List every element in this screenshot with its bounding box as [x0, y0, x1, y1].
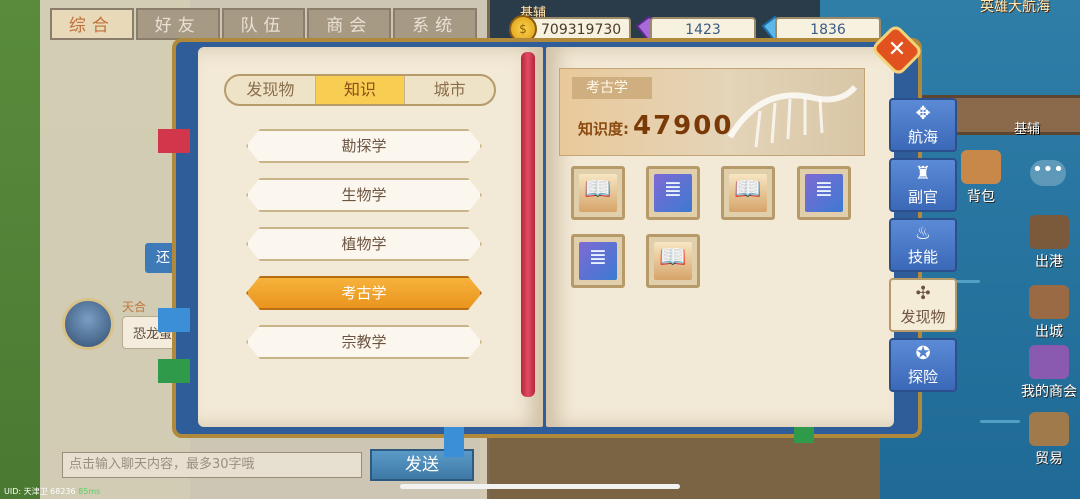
trade-label: 贸易	[1035, 451, 1063, 467]
bookmark-green	[158, 359, 190, 383]
side-menu-skills[interactable]: ♨ 技能	[889, 218, 957, 272]
chat-tabs: 综合 好友 队伍 商会 系统	[40, 0, 487, 40]
side-menu-label: 副官	[907, 188, 938, 206]
ribbon	[521, 52, 535, 397]
home-indicator	[400, 484, 680, 489]
knowledge-label: 知识度:	[578, 120, 629, 138]
chat-tab-system[interactable]: 系统	[393, 8, 477, 40]
city-out-button[interactable]: 出城	[1018, 285, 1080, 341]
topic-archaeology[interactable]: 考古学	[246, 276, 482, 310]
flame-icon: ♨	[914, 223, 932, 244]
bookmark-bottom-blue	[444, 423, 464, 457]
knowledge-title: 考古学	[572, 77, 652, 99]
chat-input[interactable]: 点击输入聊天内容，最多30字哦	[62, 452, 362, 478]
trade-button[interactable]: 贸易	[1018, 412, 1080, 468]
chat-tab-friends[interactable]: 好友	[135, 8, 220, 40]
book-sub-tabs: 发现物 知识 城市	[224, 74, 496, 106]
open-book-icon: 📖	[584, 177, 612, 202]
city-banner: 英雄大航海	[980, 0, 1050, 15]
bag-label: 背包	[967, 189, 995, 205]
guild-button[interactable]: 我的商会	[1018, 345, 1080, 401]
open-book-icon: 📖	[734, 177, 762, 202]
item-slot[interactable]: ≣	[797, 166, 851, 220]
item-slot[interactable]: 📖	[571, 166, 625, 220]
scroll-icon: ≣	[588, 245, 608, 270]
officer-icon: ♜	[914, 163, 932, 184]
knowledge-value: 47900	[633, 111, 734, 141]
ping-label: 85ms	[78, 487, 101, 496]
avatar[interactable]	[62, 298, 114, 350]
knowledge-score: 知识度: 47900	[578, 111, 733, 141]
more-icon[interactable]: •••	[1030, 160, 1066, 186]
chat-tab-team[interactable]: 队伍	[221, 8, 306, 40]
item-slot[interactable]: 📖	[721, 166, 775, 220]
fossil-bones-icon	[727, 84, 858, 148]
side-menu-discoveries[interactable]: ✣ 发现物	[889, 278, 957, 332]
scroll-icon: ≣	[663, 177, 683, 202]
item-slot[interactable]: 📖	[646, 234, 700, 288]
tab-knowledge[interactable]: 知识	[315, 76, 406, 104]
scroll-icon: ≣	[814, 177, 834, 202]
item-slot[interactable]: ≣	[571, 234, 625, 288]
side-menu-label: 技能	[907, 248, 938, 266]
discovery-icon: ✣	[915, 283, 931, 304]
knowledge-header: 考古学 知识度: 47900	[559, 68, 865, 156]
horse-icon	[1029, 285, 1069, 319]
tab-discoveries[interactable]: 发现物	[226, 76, 316, 104]
city-out-label: 出城	[1035, 324, 1063, 340]
dock-label: 基辅	[1013, 122, 1040, 137]
side-menu-label: 发现物	[900, 308, 946, 326]
uid-label: UID: 天津卫 68236	[4, 487, 76, 496]
status-bar: UID: 天津卫 68236 85ms	[4, 486, 100, 497]
topic-theology[interactable]: 宗教学	[246, 325, 482, 359]
side-menu-label: 航海	[907, 128, 938, 146]
close-icon: ✕	[887, 37, 907, 62]
bookmark-red	[158, 129, 190, 153]
side-menu-officer[interactable]: ♜ 副官	[889, 158, 957, 212]
bag-button[interactable]: 背包	[950, 150, 1012, 206]
compass-icon: ✥	[915, 103, 931, 124]
bag-icon	[961, 150, 1001, 184]
ship-icon	[1029, 215, 1069, 249]
topic-biology[interactable]: 生物学	[246, 178, 482, 212]
open-book-icon: 📖	[659, 245, 687, 270]
chat-sender-name: 天合	[122, 300, 147, 314]
guild-hall-icon	[1029, 345, 1069, 379]
side-menu-navigation[interactable]: ✥ 航海	[889, 98, 957, 152]
trade-icon	[1029, 412, 1069, 446]
guild-label: 我的商会	[1021, 384, 1077, 400]
port-out-button[interactable]: 出港	[1018, 215, 1080, 271]
chat-tab-general[interactable]: 综合	[50, 8, 134, 40]
tab-cities[interactable]: 城市	[405, 76, 494, 104]
chat-tab-guild[interactable]: 商会	[307, 8, 392, 40]
gold-value: 709319730	[541, 22, 622, 38]
port-out-label: 出港	[1035, 254, 1063, 270]
topic-exploration[interactable]: 勘探学	[246, 129, 482, 163]
side-menu-label: 探险	[907, 368, 938, 386]
knowledge-book: 发现物 知识 城市 勘探学 生物学 植物学 考古学 宗教学 考古学 知识度: 47…	[158, 38, 922, 457]
explore-icon: ✪	[915, 343, 931, 364]
bookmark-blue	[158, 308, 190, 332]
side-menu-explore[interactable]: ✪ 探险	[889, 338, 957, 392]
topic-botany[interactable]: 植物学	[246, 227, 482, 261]
item-slot[interactable]: ≣	[646, 166, 700, 220]
